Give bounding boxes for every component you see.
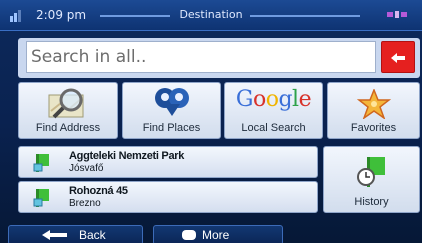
find-places-button[interactable]: Find Places [122, 82, 221, 139]
recent-item[interactable]: Rohozná 45 Brezno [18, 181, 318, 213]
recent-name: Rohozná 45 [69, 185, 128, 197]
poi-pins-icon [152, 86, 192, 124]
find-address-button[interactable]: Find Address [18, 82, 118, 139]
more-label: More [202, 228, 230, 242]
local-search-button[interactable]: Google Local Search [224, 82, 323, 139]
tile-label: Find Address [35, 122, 101, 134]
satellite-icon[interactable] [386, 6, 408, 24]
tile-label: History [354, 196, 389, 208]
back-arrow-icon [391, 53, 405, 63]
google-logo: Google [235, 87, 312, 112]
more-button[interactable]: More [153, 225, 283, 243]
favorites-button[interactable]: Favorites [327, 82, 420, 139]
tile-label: Favorites [350, 122, 397, 134]
recent-name: Aggteleki Nemzeti Park [69, 150, 185, 162]
back-button[interactable]: Back [8, 225, 143, 243]
back-arrow-icon [42, 230, 67, 240]
status-bar: 2:09 pm Destination [0, 0, 422, 31]
red-back-arrow-button[interactable] [381, 41, 415, 73]
history-button[interactable]: History [323, 146, 420, 213]
tile-label: Local Search [241, 122, 306, 134]
search-panel [18, 38, 420, 78]
recent-flag-icon [33, 188, 51, 212]
bottom-bar: Back More [0, 222, 422, 243]
star-icon [356, 87, 391, 123]
map-magnifier-icon [47, 87, 89, 125]
more-icon [182, 230, 196, 240]
recent-flag-icon [33, 153, 51, 177]
recent-city: Jósvafő [69, 163, 104, 174]
history-flag-clock-icon [355, 155, 389, 193]
recent-city: Brezno [69, 198, 101, 209]
tile-label: Find Places [142, 122, 201, 134]
search-input[interactable] [26, 41, 376, 73]
back-label: Back [79, 228, 106, 242]
recent-item[interactable]: Aggteleki Nemzeti Park Jósvafő [18, 146, 318, 178]
